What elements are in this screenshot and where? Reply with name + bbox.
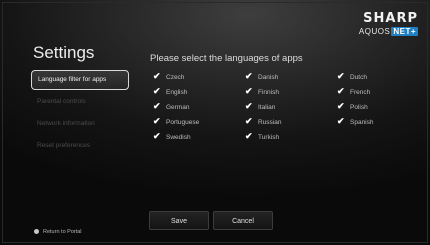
language-checkbox-french[interactable]: ✔ French (337, 86, 417, 99)
language-checkbox-swedish[interactable]: ✔ Swedish (153, 131, 233, 144)
checkmark-icon: ✔ (337, 86, 345, 96)
return-label: Return to Portal (43, 229, 82, 235)
language-checkbox-german[interactable]: ✔ German (153, 101, 233, 114)
language-label: English (166, 88, 188, 96)
sidebar-item-reset-preferences[interactable]: Reset preferences (31, 136, 129, 156)
checkmark-icon: ✔ (245, 131, 253, 141)
language-label: Portuguese (166, 118, 200, 126)
language-checkbox-danish[interactable]: ✔ Danish (245, 71, 325, 84)
cancel-button[interactable]: Cancel (213, 211, 273, 230)
bullet-icon (34, 229, 39, 235)
language-checkbox-dutch[interactable]: ✔ Dutch (337, 71, 417, 84)
language-checkbox-czech[interactable]: ✔ Czech (153, 71, 233, 84)
return-to-portal-link[interactable]: Return to Portal (34, 229, 82, 235)
language-checkbox-italian[interactable]: ✔ Italian (245, 101, 325, 114)
save-button[interactable]: Save (149, 211, 209, 230)
language-checkbox-english[interactable]: ✔ English (153, 86, 233, 99)
language-label: Turkish (258, 133, 280, 141)
language-label: French (350, 88, 371, 96)
checkmark-icon: ✔ (153, 131, 161, 141)
checkmark-icon: ✔ (337, 116, 345, 126)
language-checkbox-polish[interactable]: ✔ Polish (337, 101, 417, 114)
sidebar-item-network-information[interactable]: Network information (31, 114, 129, 134)
sidebar-item-parental-controls[interactable]: Parental controls (31, 92, 129, 112)
net-plus-badge: NET+ (391, 27, 418, 36)
language-label: Czech (166, 73, 185, 81)
sidebar-item-language-filter[interactable]: Language filter for apps (31, 70, 129, 90)
language-checkbox-spanish[interactable]: ✔ Spanish (337, 116, 417, 129)
language-checkbox-turkish[interactable]: ✔ Turkish (245, 131, 325, 144)
checkmark-icon: ✔ (337, 101, 345, 111)
language-prompt: Please select the languages of apps (150, 53, 303, 64)
brand-name: SHARP (363, 11, 418, 26)
language-checkbox-russian[interactable]: ✔ Russian (245, 116, 325, 129)
language-checkbox-finnish[interactable]: ✔ Finnish (245, 86, 325, 99)
language-label: Polish (350, 103, 368, 111)
checkmark-icon: ✔ (153, 116, 161, 126)
checkmark-icon: ✔ (337, 71, 345, 81)
language-label: Spanish (350, 118, 374, 126)
page-title: Settings (33, 43, 95, 62)
language-label: German (166, 103, 190, 111)
language-label: Finnish (258, 88, 279, 96)
language-label: Dutch (350, 73, 367, 81)
checkmark-icon: ✔ (245, 101, 253, 111)
checkmark-icon: ✔ (153, 71, 161, 81)
language-label: Russian (258, 118, 282, 126)
checkmark-icon: ✔ (153, 86, 161, 96)
language-label: Danish (258, 73, 279, 81)
language-checkbox-portuguese[interactable]: ✔ Portuguese (153, 116, 233, 129)
sharp-aquos-logo: SHARP AQUOS NET+ (359, 11, 418, 36)
checkmark-icon: ✔ (245, 116, 253, 126)
settings-sidebar: Language filter for apps Parental contro… (31, 70, 129, 158)
language-label: Swedish (166, 133, 191, 141)
product-name: AQUOS NET+ (359, 27, 418, 36)
checkmark-icon: ✔ (245, 86, 253, 96)
product-label: AQUOS (358, 27, 391, 36)
language-label: Italian (258, 103, 276, 111)
checkmark-icon: ✔ (245, 71, 253, 81)
checkmark-icon: ✔ (153, 101, 161, 111)
